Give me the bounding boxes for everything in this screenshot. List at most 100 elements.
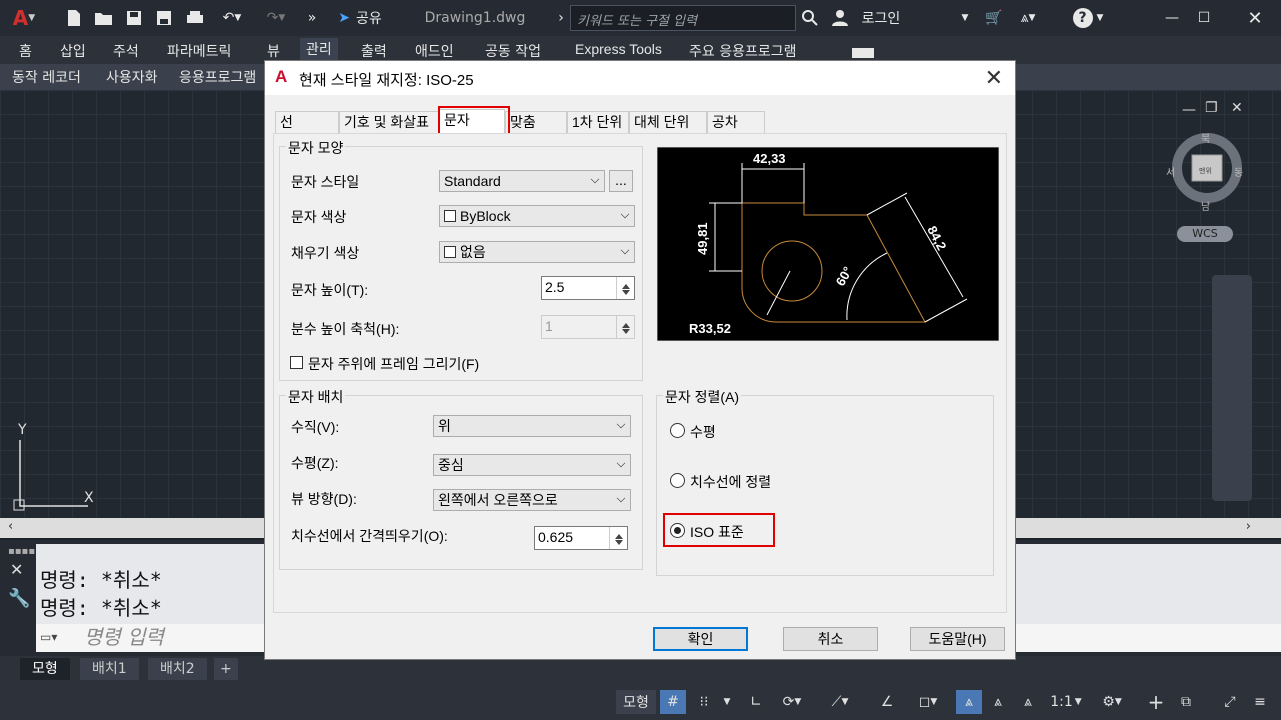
- viewcube-top[interactable]: 맨위: [1199, 166, 1212, 176]
- align-horizontal-radio[interactable]: [670, 423, 685, 438]
- vertical-select[interactable]: 위: [433, 415, 631, 437]
- search-input[interactable]: 키워드 또는 구절 입력: [570, 5, 796, 31]
- tab-alternate-units[interactable]: 대체 단위: [629, 111, 707, 133]
- save-as-icon[interactable]: [152, 6, 176, 30]
- plot-icon[interactable]: [182, 6, 208, 30]
- ribbon-toggle-icon[interactable]: [852, 48, 874, 58]
- tab-primary-units[interactable]: 1차 단위: [567, 111, 629, 133]
- cart-icon[interactable]: 🛒: [984, 6, 1004, 30]
- spinner-icon[interactable]: [616, 277, 634, 299]
- plus-icon[interactable]: +: [1144, 690, 1168, 714]
- help-icon[interactable]: ? ▼: [1068, 6, 1108, 30]
- view-direction-select[interactable]: 왼쪽에서 오른쪽으로: [433, 489, 631, 511]
- dropdown-icon[interactable]: ▼: [958, 6, 972, 30]
- save-icon[interactable]: [122, 6, 146, 30]
- autodesk-app-icon[interactable]: ⩓ ▼: [1010, 6, 1046, 30]
- command-prompt-icon[interactable]: ▭▾: [40, 630, 74, 646]
- viewport-restore-icon[interactable]: ❐: [1205, 100, 1218, 116]
- scroll-right-icon[interactable]: ›: [1246, 519, 1251, 534]
- tab-fit[interactable]: 맞춤: [505, 111, 567, 133]
- tab-insert[interactable]: 삽입: [60, 41, 86, 61]
- text-height-input[interactable]: 2.5: [541, 276, 635, 300]
- more-icon[interactable]: »: [302, 6, 322, 30]
- panel-action-recorder[interactable]: 동작 레코더: [12, 67, 81, 87]
- redo-icon[interactable]: ↷ ▼: [256, 6, 296, 30]
- fraction-height-input[interactable]: 1: [541, 315, 635, 339]
- tab-annotate[interactable]: 주석: [113, 41, 139, 61]
- osnap-tracking-icon[interactable]: ∠: [872, 690, 902, 714]
- ok-button[interactable]: 확인: [653, 627, 748, 651]
- tab-model[interactable]: 모형: [20, 658, 70, 680]
- scroll-left-icon[interactable]: ‹: [8, 519, 13, 534]
- offset-input[interactable]: 0.625: [534, 526, 628, 550]
- tab-layout2[interactable]: 배치2: [148, 658, 207, 680]
- model-space-button[interactable]: 모형: [616, 690, 656, 714]
- close-icon[interactable]: ✕: [1240, 6, 1270, 30]
- tab-lines[interactable]: 선: [275, 111, 339, 133]
- tab-collaborate[interactable]: 공동 작업: [485, 41, 541, 61]
- customization-menu-icon[interactable]: ≡: [1248, 690, 1272, 714]
- tab-express-tools[interactable]: Express Tools: [575, 41, 662, 57]
- text-style-browse-button[interactable]: ...: [609, 170, 633, 192]
- navigation-bar[interactable]: [1212, 275, 1252, 501]
- search-icon[interactable]: [798, 6, 822, 30]
- annotation-scale-icon[interactable]: ⩓: [1016, 690, 1040, 714]
- autocad-logo-icon[interactable]: A ▼: [4, 6, 44, 30]
- tab-addins[interactable]: 애드인: [415, 41, 454, 61]
- user-icon[interactable]: [828, 6, 852, 30]
- share-label: 공유: [355, 11, 382, 27]
- chevron-right-icon[interactable]: ›: [554, 6, 568, 30]
- tab-home[interactable]: 홈: [19, 41, 32, 61]
- horizontal-select[interactable]: 중심: [433, 454, 631, 476]
- spinner-icon[interactable]: [616, 316, 634, 338]
- open-folder-icon[interactable]: [92, 6, 116, 30]
- preview-dim-radius: R33,52: [689, 321, 731, 336]
- login-button[interactable]: 로그인: [856, 6, 906, 30]
- isodraft-icon[interactable]: ⟋ ▼: [820, 690, 860, 714]
- share-button[interactable]: ➤ 공유: [330, 6, 390, 30]
- panel-customization[interactable]: 사용자화: [106, 67, 158, 87]
- tab-layout1[interactable]: 배치1: [80, 658, 139, 680]
- panel-applications[interactable]: 응용프로그램: [179, 67, 256, 87]
- grip-icon[interactable]: ▪▪▪▪: [8, 546, 35, 557]
- add-layout-button[interactable]: +: [214, 658, 238, 680]
- close-command-icon[interactable]: ✕: [10, 560, 23, 579]
- grid-icon[interactable]: #: [660, 690, 686, 714]
- new-file-icon[interactable]: [62, 6, 86, 30]
- tab-parametric[interactable]: 파라메트릭: [167, 41, 231, 61]
- text-style-select[interactable]: Standard: [439, 170, 605, 192]
- viewport-minimize-icon[interactable]: —: [1182, 102, 1196, 118]
- viewport-right: — ❐ ✕ 북 서 동 남 맨위 WCS: [1017, 90, 1281, 518]
- annotation-visibility-icon[interactable]: ⩓: [956, 690, 982, 714]
- cancel-button[interactable]: 취소: [783, 627, 878, 651]
- viewport-close-icon[interactable]: ✕: [1231, 100, 1243, 116]
- polar-icon[interactable]: ⟳ ▼: [772, 690, 812, 714]
- tab-output[interactable]: 출력: [361, 41, 387, 61]
- snap-icon[interactable]: ⁝⁝: [692, 690, 716, 714]
- close-icon[interactable]: ✕: [985, 65, 1003, 91]
- undo-icon[interactable]: ↶ ▼: [212, 6, 252, 30]
- annotation-autoscale-icon[interactable]: ⩓: [986, 690, 1010, 714]
- minimize-icon[interactable]: —: [1160, 6, 1184, 30]
- dropdown-icon[interactable]: ▼: [720, 690, 734, 714]
- fill-color-select[interactable]: 없음: [439, 241, 635, 263]
- annotation-scale-value[interactable]: 1:1 ▼: [1046, 690, 1086, 714]
- maximize-icon[interactable]: ☐: [1192, 6, 1216, 30]
- tab-symbols-arrows[interactable]: 기호 및 화살표: [339, 111, 439, 133]
- draw-frame-checkbox[interactable]: [290, 356, 303, 369]
- wcs-menu[interactable]: WCS: [1177, 226, 1233, 242]
- help-button[interactable]: 도움말(H): [910, 627, 1005, 651]
- spinner-icon[interactable]: [609, 527, 627, 549]
- text-color-select[interactable]: ByBlock: [439, 205, 635, 227]
- preview-dim-horizontal: 42,33: [753, 151, 786, 166]
- customize-wrench-icon[interactable]: 🔧: [8, 588, 30, 609]
- object-snap-icon[interactable]: ◻ ▼: [904, 690, 952, 714]
- fullscreen-icon[interactable]: ⤢: [1218, 690, 1242, 714]
- tab-featured-apps[interactable]: 주요 응용프로그램: [689, 41, 797, 61]
- tab-tolerances[interactable]: 공차: [707, 111, 765, 133]
- isolate-objects-icon[interactable]: ⧉: [1174, 690, 1198, 714]
- workspace-gear-icon[interactable]: ⚙ ▼: [1090, 690, 1134, 714]
- ortho-icon[interactable]: ∟: [744, 690, 768, 714]
- align-dimline-radio[interactable]: [670, 473, 685, 488]
- tab-view[interactable]: 뷰: [267, 41, 280, 61]
